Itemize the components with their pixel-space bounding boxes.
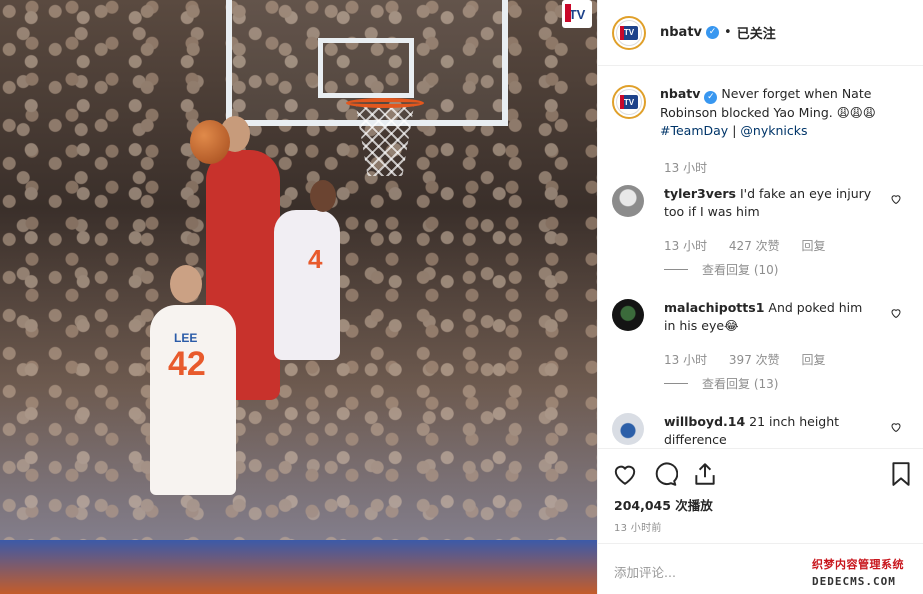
post-header: TV nbatv ✓ • 已关注 [598,0,923,66]
like-heart-icon[interactable] [612,461,638,487]
header-dot: • [724,25,732,40]
comment-reply-button[interactable]: 回复 [801,353,825,367]
post-side-panel: TV nbatv ✓ • 已关注 TV nbatv ✓ Never forget … [597,0,923,594]
caption-time: 13 小时 [664,161,708,175]
commenter-avatar[interactable] [612,299,644,331]
view-replies-button[interactable]: 查看回复 (13) [664,375,778,392]
jersey-number-white: 4 [308,244,323,274]
comment-reply-button[interactable]: 回复 [801,239,825,253]
nba-tv-logo: TV [562,0,592,28]
comment-meta: 13 小时 397 次赞 回复 [664,351,844,368]
posted-time: 13 小时前 [614,523,662,534]
verified-badge-icon: ✓ [704,91,718,104]
site-watermark: 织梦内容管理系统 DEDECMS.COM [812,556,918,592]
like-comment-heart-icon[interactable] [890,421,902,433]
comment-username[interactable]: tyler3vers [664,186,736,201]
view-replies-line [664,269,688,270]
commenter-avatar[interactable] [612,413,644,445]
like-comment-heart-icon[interactable] [890,193,902,205]
comments-list[interactable]: TV nbatv ✓ Never forget when Nate Robinso… [598,67,923,447]
view-replies-line [664,383,688,384]
caption-username[interactable]: nbatv [660,86,700,101]
comment-bubble-icon[interactable] [652,461,678,487]
view-replies-label: 查看回复 (13) [702,377,779,391]
comment-time: 13 小时 [664,239,708,253]
comment-time: 13 小时 [664,353,708,367]
watermark-line-2: DEDECMS.COM [812,575,896,588]
post-caption: TV nbatv ✓ Never forget when Nate Robinso… [612,85,912,140]
share-icon[interactable] [692,461,718,487]
action-icons [612,461,912,487]
comment-meta: 13 小时 427 次赞 回复 [664,237,844,254]
view-count[interactable]: 204,045 次播放 [614,495,713,514]
comment-username[interactable]: willboyd.14 [664,414,745,429]
post-actions: 204,045 次播放 13 小时前 添加评论... 织梦内容管理系统 DEDE… [598,448,923,594]
add-comment-bar[interactable]: 添加评论... 织梦内容管理系统 DEDECMS.COM [598,543,923,594]
mention-link[interactable]: @nyknicks [740,123,807,138]
nba-tv-icon: TV [620,95,638,109]
header-avatar[interactable]: TV [612,15,646,50]
verified-badge-icon: ✓ [706,26,720,39]
view-replies-label: 查看回复 (10) [702,263,779,277]
comment-likes[interactable]: 397 次赞 [729,353,780,367]
bookmark-icon[interactable] [888,461,914,487]
hashtag-link[interactable]: #TeamDay [660,123,728,138]
post-video[interactable]: 4 LEE 42 TV [0,0,597,594]
player-white: 4 [274,180,340,360]
caption-separator: | [732,123,737,138]
comment-username[interactable]: malachipotts1 [664,300,764,315]
court-floor [0,540,597,594]
watermark-line-1: 织梦内容管理系统 [812,558,904,571]
follow-status-button[interactable]: 已关注 [737,23,776,42]
basketball [190,120,230,164]
jersey-name: LEE [174,331,198,345]
comment-likes[interactable]: 427 次赞 [729,239,780,253]
caption-avatar[interactable]: TV [612,85,646,119]
jersey-number: 42 [168,345,206,383]
basket-rim [346,98,424,108]
header-username[interactable]: nbatv [660,25,702,40]
like-comment-heart-icon[interactable] [890,307,902,319]
commenter-avatar[interactable] [612,185,644,217]
view-replies-button[interactable]: 查看回复 (10) [664,261,778,278]
nba-tv-icon: TV [620,25,638,40]
player-lee: LEE 42 [150,265,236,495]
add-comment-input[interactable]: 添加评论... [614,562,676,581]
